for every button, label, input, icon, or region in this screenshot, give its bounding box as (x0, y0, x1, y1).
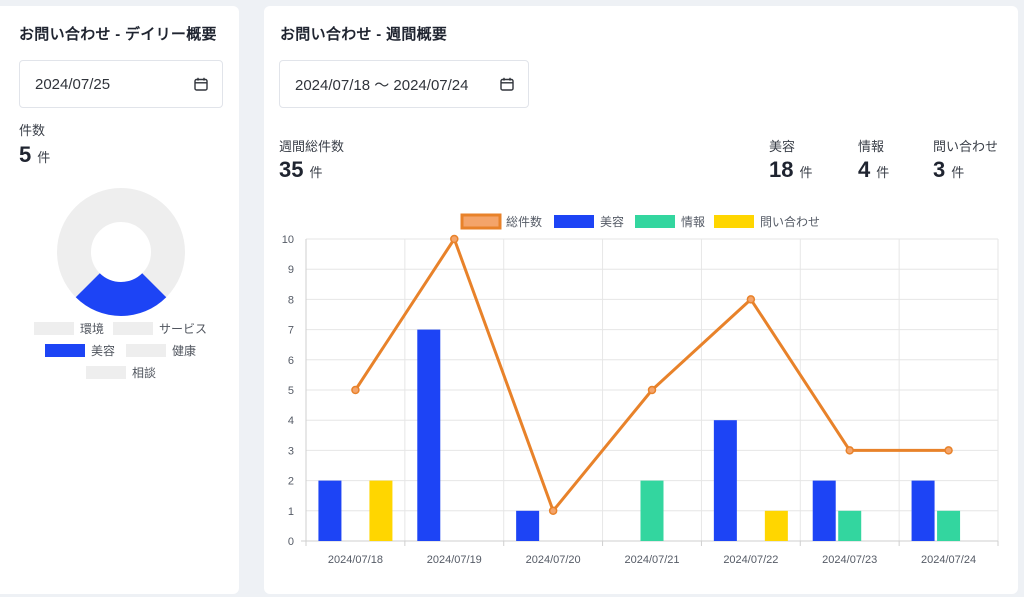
chart-legend-item[interactable]: 美容 (554, 214, 624, 229)
total-line-point[interactable] (845, 446, 854, 455)
total-line-point[interactable] (647, 385, 657, 395)
daily-count-unit: 件 (37, 150, 51, 165)
x-tick-label: 2024/07/22 (723, 554, 778, 566)
x-tick-label: 2024/07/21 (624, 554, 679, 566)
legend-label: 環境 (80, 322, 105, 336)
total-line-point[interactable] (944, 446, 953, 455)
x-tick-label: 2024/07/23 (822, 554, 877, 566)
x-tick-label: 2024/07/24 (921, 554, 976, 566)
donut-legend-item[interactable]: 環境 (34, 320, 104, 337)
legend-swatch (126, 344, 166, 357)
daily-donut-chart (57, 188, 185, 316)
daily-title: お問い合わせ - デイリー概要 (19, 26, 217, 43)
y-tick-label: 10 (282, 234, 294, 246)
daily-count-value: 5 (19, 142, 32, 167)
donut-legend-item[interactable]: 健康 (126, 342, 196, 359)
total-line (354, 237, 949, 513)
bar-情報[interactable] (640, 480, 664, 541)
legend-swatch (554, 215, 594, 228)
legend-label: 美容 (600, 214, 624, 229)
legend-swatch (714, 215, 754, 228)
x-tick-label: 2024/07/19 (427, 554, 482, 566)
daily-count-label: 件数 (19, 123, 46, 138)
bar-美容[interactable] (516, 510, 540, 541)
legend-label: 健康 (172, 344, 197, 358)
legend-swatch (460, 213, 502, 230)
bar-美容[interactable] (911, 480, 935, 541)
total-line-point[interactable] (450, 234, 459, 244)
daily-count: 5件 (19, 142, 50, 168)
legend-label: 美容 (91, 344, 116, 358)
bar-美容[interactable] (318, 480, 342, 541)
calendar-icon[interactable] (194, 77, 208, 91)
legend-swatch (113, 322, 153, 335)
bar-美容[interactable] (812, 480, 836, 541)
y-tick-label: 9 (288, 264, 294, 276)
bar-問い合わせ[interactable] (369, 480, 393, 541)
y-tick-label: 1 (288, 506, 294, 518)
y-tick-label: 3 (288, 445, 294, 457)
chart-legend-item[interactable]: 情報 (635, 215, 705, 229)
y-tick-label: 6 (288, 355, 294, 367)
bar-問い合わせ[interactable] (764, 510, 788, 541)
daily-date-picker[interactable]: 2024/07/25 (19, 60, 223, 108)
chart-legend-item[interactable]: 問い合わせ (714, 214, 820, 229)
x-tick-label: 2024/07/18 (328, 554, 383, 566)
chart-legend-item[interactable]: 総件数 (460, 213, 542, 230)
x-tick-label: 2024/07/20 (526, 554, 581, 566)
y-tick-label: 0 (288, 536, 294, 548)
weekly-combo-chart: 0 1 2 3 4 5 6 7 8 9 10 2024/07/18 2024/07/19 2024/07/… (282, 213, 999, 566)
daily-date-value: 2024/07/25 (35, 75, 111, 93)
y-tick-label: 7 (288, 325, 294, 337)
donut-legend-item[interactable]: 相談 (86, 364, 156, 381)
legend-label: 問い合わせ (760, 214, 820, 229)
bar-美容[interactable] (713, 420, 737, 541)
donut-legend-item[interactable]: サービス (113, 320, 207, 337)
y-tick-label: 4 (288, 415, 294, 427)
legend-label: 情報 (681, 215, 705, 229)
donut-legend-item[interactable]: 美容 (45, 342, 115, 359)
daily-card: お問い合わせ - デイリー概要 2024/07/25 件数 5件 環境 サービス美… (0, 6, 239, 594)
bar-情報[interactable] (937, 510, 961, 541)
y-tick-label: 8 (288, 294, 294, 306)
legend-swatch (34, 322, 74, 335)
total-line-point[interactable] (548, 506, 558, 516)
legend-label: サービス (159, 322, 208, 336)
weekly-card: お問い合わせ - 週間概要 2024/07/18 〜 2024/07/24 週間… (264, 6, 1018, 594)
total-line-point[interactable] (351, 385, 360, 395)
legend-swatch (45, 344, 85, 357)
legend-swatch (86, 366, 126, 379)
y-tick-label: 2 (288, 476, 294, 488)
bar-情報[interactable] (838, 510, 862, 541)
total-line-point[interactable] (746, 295, 756, 304)
legend-label: 相談 (132, 366, 157, 380)
y-tick-label: 5 (288, 385, 294, 397)
legend-swatch (635, 215, 675, 228)
legend-label: 総件数 (506, 214, 542, 229)
bar-美容[interactable] (417, 329, 441, 541)
